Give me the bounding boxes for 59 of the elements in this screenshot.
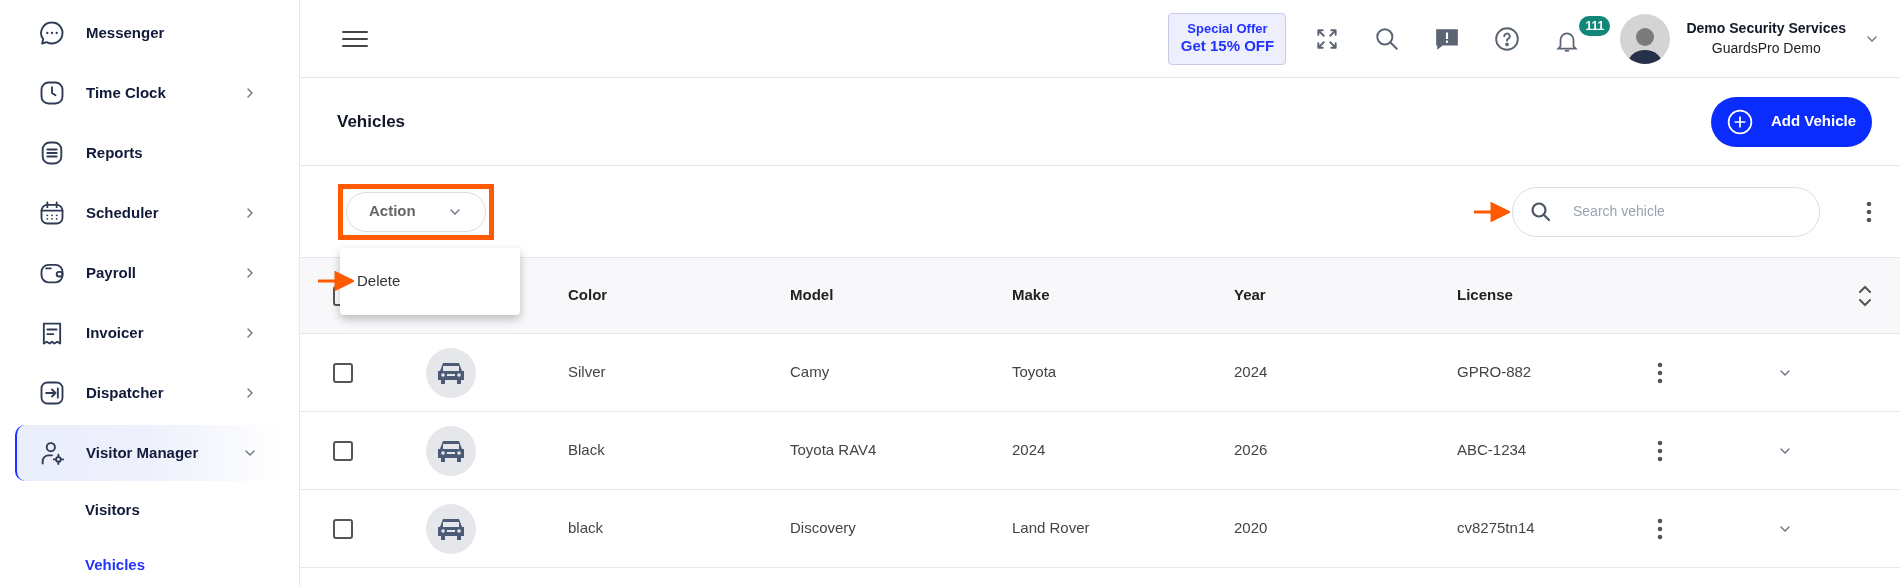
column-header: License <box>1457 286 1513 304</box>
row-menu-icon[interactable] <box>1657 439 1663 462</box>
sort-icon[interactable] <box>1858 283 1872 308</box>
checkbox[interactable] <box>333 518 353 539</box>
column-header: Make <box>1012 286 1050 304</box>
table-cell: Discovery <box>790 519 856 537</box>
table-cell: 2020 <box>1234 519 1268 537</box>
annotation-arrow <box>1474 201 1510 222</box>
table-cell: Black <box>568 441 605 459</box>
offer-discount: Get 15% OFF <box>1180 37 1275 56</box>
search-field[interactable]: Search vehicle <box>1512 186 1820 237</box>
table-cell: Toyota RAV4 <box>790 441 877 459</box>
menu-icon[interactable] <box>342 28 368 49</box>
chat-bubble-icon <box>38 19 66 47</box>
more-options-icon[interactable] <box>1866 200 1872 223</box>
column-header: Color <box>568 286 608 304</box>
menu-item[interactable]: Delete <box>357 270 401 293</box>
table-cell: 2024 <box>1234 363 1268 381</box>
notification-count: 111 <box>1579 15 1611 36</box>
column-header: Model <box>790 286 834 304</box>
search-icon <box>1529 199 1553 224</box>
offer-title: Special Offer <box>1187 21 1268 38</box>
checkbox[interactable] <box>333 440 353 461</box>
search-icon[interactable] <box>1374 25 1401 52</box>
row-menu-icon[interactable] <box>1657 517 1663 540</box>
table-cell: ABC-1234 <box>1457 441 1527 459</box>
table-cell: Toyota <box>1012 363 1057 381</box>
annotation-arrow <box>318 271 354 292</box>
table-cell: Land Rover <box>1012 519 1090 537</box>
sidebar-item[interactable]: Reports <box>15 125 284 181</box>
sidebar-item[interactable]: Messenger <box>15 5 284 61</box>
arrow-into-box-icon <box>38 379 66 407</box>
search-input[interactable]: Search vehicle <box>1573 201 1793 222</box>
sidebar-item[interactable]: Payroll <box>15 245 284 301</box>
company-name: GuardsPro Demo <box>1711 38 1821 58</box>
table-cell: cv8275tn14 <box>1457 519 1535 537</box>
table-cell: 2026 <box>1234 441 1268 459</box>
add-vehicle-button[interactable]: Add Vehicle <box>1710 96 1872 147</box>
table-cell: GPRO-882 <box>1457 363 1532 381</box>
table-cell: black <box>568 519 604 537</box>
page-title: Vehicles <box>337 110 407 133</box>
column-header: Year <box>1234 286 1266 304</box>
help-icon[interactable] <box>1494 25 1521 52</box>
submenu-item[interactable]: Visitors <box>0 483 299 538</box>
clock-icon <box>38 79 66 107</box>
table-cell: Silver <box>568 363 606 381</box>
sidebar-item[interactable]: Scheduler <box>15 185 284 241</box>
user-name: Demo Security Services <box>1686 19 1846 39</box>
row-menu-icon[interactable] <box>1657 361 1663 384</box>
checkbox[interactable] <box>333 362 353 383</box>
table-cell: Camy <box>790 363 830 381</box>
sidebar-item[interactable]: Invoicer <box>15 305 284 361</box>
calendar-icon <box>38 199 66 227</box>
plus-circle-icon <box>1726 108 1753 135</box>
special-offer-badge[interactable]: Special Offer Get 15% OFF <box>1168 12 1287 65</box>
submenu-item[interactable]: Vehicles <box>0 538 299 587</box>
table-cell: 2024 <box>1012 441 1046 459</box>
sidebar-item[interactable]: Dispatcher <box>15 365 284 421</box>
sidebar-item[interactable]: Time Clock <box>15 65 284 121</box>
